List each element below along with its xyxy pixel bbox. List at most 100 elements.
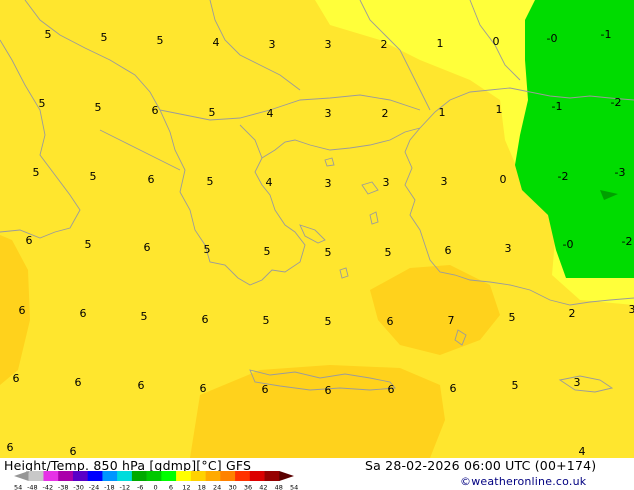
scale-tick-label: -6 xyxy=(137,484,143,490)
temperature-label: 0 xyxy=(493,35,500,48)
temperature-label: 5 xyxy=(95,101,102,114)
temperature-label: 6 xyxy=(202,313,209,326)
temperature-label: 5 xyxy=(385,246,392,259)
scale-swatch xyxy=(117,471,133,481)
temperature-label: 4 xyxy=(266,176,273,189)
temperature-label: -0 xyxy=(563,238,574,251)
temperature-label: 6 xyxy=(152,104,159,117)
temperature-label: 5 xyxy=(141,310,148,323)
temperature-label: 6 xyxy=(138,379,145,392)
temperature-label: 6 xyxy=(19,304,26,317)
scale-tick-label: -42 xyxy=(42,484,53,490)
scale-tick-label: 48 xyxy=(275,484,283,490)
temperature-label: 0 xyxy=(500,173,507,186)
scale-tick-label: -24 xyxy=(89,484,100,490)
scale-tick-label: -48 xyxy=(27,484,38,490)
temperature-label: 7 xyxy=(448,314,455,327)
temperature-label: -1 xyxy=(552,100,563,113)
weather-map: 5 5 5 4 3 3 2 1 0 -0 -1 5 5 6 5 4 3 2 1 1 -1 -2 5 5 6 5 4 3 3 3 0 -2 -3 6… xyxy=(0,0,634,458)
temperature-label: 1 xyxy=(439,106,446,119)
scale-swatch xyxy=(161,471,177,481)
temperature-label: -0 xyxy=(547,32,558,45)
temperature-label: 6 xyxy=(200,382,207,395)
temperature-label: 5 xyxy=(204,243,211,256)
temperature-label: 6 xyxy=(450,382,457,395)
temperature-label: 5 xyxy=(157,34,164,47)
scale-tick-label: -12 xyxy=(119,484,130,490)
temperature-label: 3 xyxy=(325,177,332,190)
temperature-label: 3 xyxy=(325,38,332,51)
temperature-label: 1 xyxy=(437,37,444,50)
scale-swatch xyxy=(58,471,74,481)
temperature-label: 3 xyxy=(629,303,634,316)
scale-tick-label: -38 xyxy=(58,484,69,490)
scale-swatch xyxy=(146,471,162,481)
scale-swatch xyxy=(279,471,294,481)
scale-swatch xyxy=(102,471,118,481)
temperature-label: 6 xyxy=(148,173,155,186)
temperature-label: -1 xyxy=(601,28,612,41)
temperature-label: 1 xyxy=(496,103,503,116)
scale-tick-label: -18 xyxy=(104,484,115,490)
map-footer: Height/Temp. 850 hPa [gdmp][°C] GFS Sa 2… xyxy=(0,458,634,490)
scale-tick-label: -54 xyxy=(14,484,22,490)
scale-tick-label: -30 xyxy=(73,484,84,490)
scale-swatch xyxy=(176,471,192,481)
temperature-label: 6 xyxy=(75,376,82,389)
temperature-label: -2 xyxy=(558,170,569,183)
scale-swatch xyxy=(14,471,29,481)
temperature-label: 5 xyxy=(509,311,516,324)
scale-swatch xyxy=(264,471,280,481)
color-scale-bar xyxy=(14,471,294,481)
scale-swatch xyxy=(72,471,88,481)
temperature-label: 6 xyxy=(144,241,151,254)
temperature-label: 6 xyxy=(80,307,87,320)
scale-swatch xyxy=(87,471,103,481)
scale-swatch xyxy=(131,471,147,481)
temperature-label: -2 xyxy=(622,235,633,248)
temperature-label: 4 xyxy=(579,445,586,458)
temperature-label: 6 xyxy=(13,372,20,385)
temperature-label: 3 xyxy=(441,175,448,188)
temperature-label: 2 xyxy=(569,307,576,320)
scale-tick-label: 6 xyxy=(169,484,173,490)
scale-tick-label: 0 xyxy=(154,484,158,490)
color-scale-labels: -54 -48 -42 -38 -30 -24 -18 -12 -6 0 6 12 18 24 30 36 42… xyxy=(14,484,298,490)
scale-tick-label: 54 xyxy=(290,484,298,490)
temperature-label: 6 xyxy=(70,445,77,458)
forecast-datetime: Sa 28-02-2026 06:00 UTC (00+174) xyxy=(365,458,597,473)
temperature-label: 5 xyxy=(90,170,97,183)
temperature-label: 3 xyxy=(325,107,332,120)
temperature-label: 5 xyxy=(209,106,216,119)
temperature-label: 5 xyxy=(85,238,92,251)
temperature-label: 4 xyxy=(267,107,274,120)
scale-swatch xyxy=(235,471,251,481)
temperature-label: -2 xyxy=(611,96,622,109)
scale-tick-label: 12 xyxy=(182,484,190,490)
credit-link[interactable]: ©weatheronline.co.uk xyxy=(460,475,586,488)
temperature-label: 5 xyxy=(263,314,270,327)
temperature-label: 6 xyxy=(388,383,395,396)
temperature-label: 5 xyxy=(512,379,519,392)
temperature-label: 5 xyxy=(101,31,108,44)
scale-swatch xyxy=(190,471,206,481)
temperature-label: 5 xyxy=(39,97,46,110)
temperature-label: 6 xyxy=(325,384,332,397)
temperature-label: 2 xyxy=(381,38,388,51)
temperature-label: 5 xyxy=(264,245,271,258)
temperature-label: 3 xyxy=(574,376,581,389)
temperature-label: 5 xyxy=(207,175,214,188)
scale-swatch xyxy=(205,471,221,481)
temperature-label: 6 xyxy=(7,441,14,454)
scale-tick-label: 18 xyxy=(198,484,206,490)
temperature-label: 4 xyxy=(213,36,220,49)
scale-tick-label: 42 xyxy=(259,484,267,490)
temperature-label: 3 xyxy=(505,242,512,255)
temperature-label: 2 xyxy=(382,107,389,120)
temperature-label: 3 xyxy=(269,38,276,51)
scale-swatch xyxy=(28,471,44,481)
scale-tick-label: 30 xyxy=(228,484,236,490)
temperature-label: 5 xyxy=(45,28,52,41)
temperature-label: 6 xyxy=(387,315,394,328)
temperature-label: -3 xyxy=(615,166,626,179)
